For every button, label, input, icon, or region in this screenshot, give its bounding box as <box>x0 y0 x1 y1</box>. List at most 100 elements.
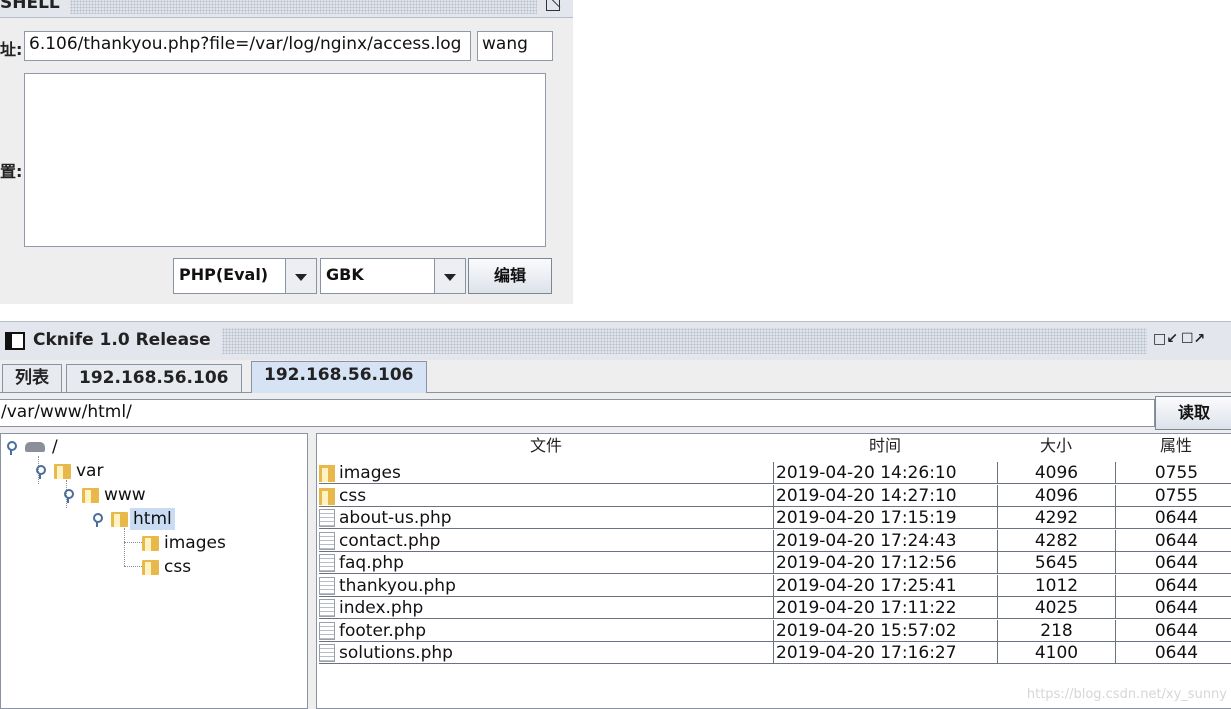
tree-node-root[interactable]: / <box>7 436 61 458</box>
tree-node-www[interactable]: www <box>64 484 149 506</box>
read-button[interactable]: 读取 <box>1155 396 1231 430</box>
window-title-bar[interactable]: Cknife 1.0 Release □↙ ☐↗ <box>0 322 1231 360</box>
file-attr-cell: 0644 <box>1115 529 1231 552</box>
config-textarea[interactable] <box>24 73 546 247</box>
file-icon <box>319 531 335 550</box>
file-time-cell: 2019-04-20 17:25:41 <box>773 574 997 597</box>
restore-icon[interactable]: □↙ <box>1153 331 1178 347</box>
file-name: footer.php <box>339 620 427 641</box>
tree-node-label: html <box>130 508 175 530</box>
table-row[interactable]: images 2019-04-20 14:26:10 4096 0755 <box>317 462 1231 484</box>
file-attr-cell: 0644 <box>1115 574 1231 597</box>
drive-icon <box>25 442 45 452</box>
maximize-icon[interactable]: ☐↗ <box>1181 331 1205 347</box>
tree-node-label: var <box>76 461 104 481</box>
file-size-cell: 5645 <box>997 552 1115 574</box>
tree-node-html[interactable]: html <box>93 508 175 530</box>
file-name: images <box>339 463 401 483</box>
file-time-cell: 2019-04-20 15:57:02 <box>773 619 997 642</box>
path-input[interactable]: /var/www/html/ <box>0 399 1155 427</box>
file-time-cell: 2019-04-20 17:11:22 <box>773 597 997 619</box>
file-name-cell: thankyou.php <box>319 575 773 597</box>
main-window: Cknife 1.0 Release □↙ ☐↗ 列表 192.168.56.1… <box>0 321 1231 709</box>
file-size-cell: 4025 <box>997 597 1115 619</box>
file-name: faq.php <box>339 553 404 573</box>
shell-dialog: SHELL 址: 6.106/thankyou.php?file=/var/lo… <box>0 0 573 304</box>
column-header-time[interactable]: 时间 <box>773 434 997 458</box>
chevron-down-icon[interactable] <box>434 259 465 293</box>
tab-bar: 列表 192.168.56.106 192.168.56.106 <box>0 360 1231 393</box>
file-time-cell: 2019-04-20 17:12:56 <box>773 552 997 574</box>
tree-node-label: / <box>52 437 58 457</box>
table-row[interactable]: faq.php 2019-04-20 17:12:56 5645 0644 <box>317 552 1231 574</box>
file-name-cell: about-us.php <box>319 507 773 529</box>
script-type-select[interactable]: PHP(Eval) <box>173 258 317 294</box>
table-row[interactable]: css 2019-04-20 14:27:10 4096 0755 <box>317 484 1231 507</box>
table-row[interactable]: footer.php 2019-04-20 15:57:02 218 0644 <box>317 619 1231 642</box>
encoding-select[interactable]: GBK <box>320 258 466 294</box>
tree-toggle-icon[interactable] <box>93 513 105 527</box>
file-icon <box>319 621 335 640</box>
file-table: 文件 时间 大小 属性 images 2019-04-20 14:26:10 409… <box>316 433 1231 709</box>
file-attr-cell: 0755 <box>1115 484 1231 507</box>
tree-node-label: images <box>164 533 226 553</box>
file-time-cell: 2019-04-20 14:26:10 <box>773 462 997 484</box>
file-size-cell: 4096 <box>997 484 1115 507</box>
column-header-file[interactable]: 文件 <box>319 434 773 458</box>
password-input[interactable]: wang <box>477 31 553 61</box>
dialog-title: SHELL <box>0 0 60 13</box>
file-size-cell: 4292 <box>997 507 1115 529</box>
file-icon <box>319 554 335 572</box>
tree-toggle-icon[interactable] <box>64 489 76 503</box>
edit-button[interactable]: 编辑 <box>468 258 552 294</box>
file-icon <box>319 644 335 662</box>
directory-tree: / var www html images css <box>0 433 308 709</box>
file-name-cell: solutions.php <box>319 642 773 664</box>
folder-icon <box>319 464 335 482</box>
script-type-value: PHP(Eval) <box>179 265 269 284</box>
table-row[interactable]: about-us.php 2019-04-20 17:15:19 4292 0644 <box>317 507 1231 529</box>
tree-node-var[interactable]: var <box>36 460 106 482</box>
file-attr-cell: 0755 <box>1115 462 1231 484</box>
tree-node-label: www <box>104 485 146 505</box>
window-icon <box>5 332 25 350</box>
file-attr-cell: 0644 <box>1115 552 1231 574</box>
file-time-cell: 2019-04-20 17:16:27 <box>773 642 997 664</box>
file-name: about-us.php <box>339 508 452 528</box>
tab-list[interactable]: 列表 <box>2 364 62 392</box>
dialog-title-bar[interactable]: SHELL <box>0 0 573 18</box>
file-name-cell: footer.php <box>319 620 773 642</box>
file-name-cell: contact.php <box>319 530 773 552</box>
file-size-cell: 4100 <box>997 642 1115 664</box>
table-row[interactable]: contact.php 2019-04-20 17:24:43 4282 0644 <box>317 529 1231 552</box>
tree-node-images[interactable]: images <box>142 532 229 554</box>
config-label: 置: <box>0 162 23 181</box>
tab-host-2[interactable]: 192.168.56.106 <box>251 361 427 393</box>
url-label: 址: <box>0 40 23 59</box>
column-header-size[interactable]: 大小 <box>997 434 1115 458</box>
tree-node-css[interactable]: css <box>142 556 194 578</box>
file-size-cell: 4096 <box>997 462 1115 484</box>
table-row[interactable]: index.php 2019-04-20 17:11:22 4025 0644 <box>317 597 1231 619</box>
tab-host-1[interactable]: 192.168.56.106 <box>66 364 242 392</box>
table-row[interactable]: solutions.php 2019-04-20 17:16:27 4100 0644 <box>317 642 1231 664</box>
file-name: css <box>339 485 367 506</box>
file-icon <box>319 576 335 595</box>
tree-toggle-icon[interactable] <box>36 465 48 479</box>
chevron-down-icon[interactable] <box>285 259 316 293</box>
file-name: solutions.php <box>339 643 453 663</box>
watermark: https://blog.csdn.net/xy_sunny <box>1026 687 1227 702</box>
file-name-cell: css <box>319 485 773 507</box>
folder-icon <box>319 487 335 505</box>
window-title: Cknife 1.0 Release <box>33 330 211 350</box>
file-name: thankyou.php <box>339 575 456 596</box>
file-attr-cell: 0644 <box>1115 507 1231 529</box>
folder-icon <box>82 487 99 503</box>
table-row[interactable]: thankyou.php 2019-04-20 17:25:41 1012 0644 <box>317 574 1231 597</box>
close-icon[interactable] <box>546 0 560 11</box>
url-input[interactable]: 6.106/thankyou.php?file=/var/log/nginx/a… <box>24 31 471 61</box>
tree-toggle-icon[interactable] <box>7 441 19 455</box>
column-header-attr[interactable]: 属性 <box>1115 434 1231 458</box>
file-time-cell: 2019-04-20 14:27:10 <box>773 484 997 507</box>
file-time-cell: 2019-04-20 17:24:43 <box>773 529 997 552</box>
